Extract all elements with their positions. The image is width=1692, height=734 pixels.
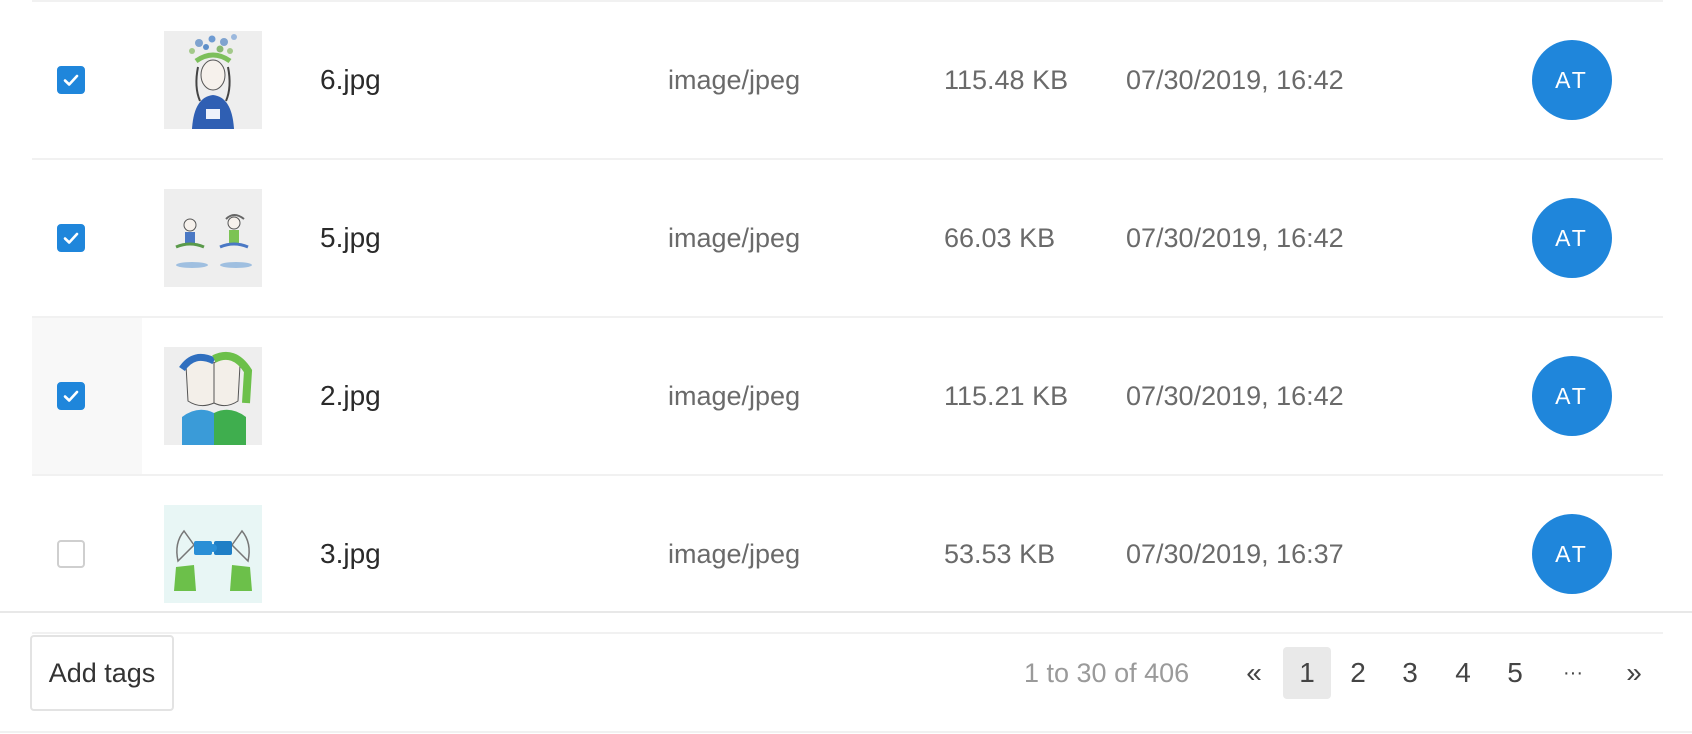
avatar[interactable]: AT — [1532, 514, 1612, 594]
row-select-cell — [32, 318, 142, 474]
file-name[interactable]: 2.jpg — [320, 318, 381, 474]
file-name[interactable]: 3.jpg — [320, 476, 381, 632]
row-select-cell — [32, 160, 142, 316]
check-icon — [63, 232, 79, 244]
row-checkbox[interactable] — [57, 224, 85, 252]
file-type: image/jpeg — [668, 380, 801, 411]
file-type: image/jpeg — [668, 538, 801, 569]
table-footer: Add tags 1 to 30 of 406 « 1 2 3 4 5 ··· … — [0, 611, 1692, 734]
file-thumbnail[interactable] — [164, 347, 262, 445]
pagination-range: 1 to 30 of 406 — [1024, 657, 1190, 688]
page-button-5[interactable]: 5 — [1493, 647, 1537, 699]
owner-cell: AT — [1532, 160, 1612, 316]
owner-cell: AT — [1532, 318, 1612, 474]
two-faces-illustration-icon — [164, 347, 262, 445]
file-date: 07/30/2019, 16:42 — [1126, 222, 1344, 253]
table-row[interactable]: 2.jpg image/jpeg 115.21 KB 07/30/2019, 1… — [32, 318, 1663, 476]
page-button-4[interactable]: 4 — [1441, 647, 1485, 699]
owner-cell: AT — [1532, 2, 1612, 158]
owner-cell: AT — [1532, 476, 1612, 632]
file-size: 53.53 KB — [944, 538, 1056, 569]
meditating-couple-illustration-icon — [164, 189, 262, 287]
avatar[interactable]: AT — [1532, 356, 1612, 436]
table-row[interactable]: 5.jpg image/jpeg 66.03 KB 07/30/2019, 16… — [32, 160, 1663, 318]
file-date: 07/30/2019, 16:42 — [1126, 64, 1344, 95]
check-icon — [63, 74, 79, 86]
files-table: 6.jpg image/jpeg 115.48 KB 07/30/2019, 1… — [32, 0, 1663, 634]
thumbnail-cell — [164, 2, 262, 158]
file-name[interactable]: 5.jpg — [320, 160, 381, 316]
file-date: 07/30/2019, 16:37 — [1126, 538, 1344, 569]
file-type: image/jpeg — [668, 64, 801, 95]
last-page-button[interactable]: » — [1614, 647, 1654, 699]
add-tags-button[interactable]: Add tags — [30, 635, 174, 711]
page-button-1[interactable]: 1 — [1283, 647, 1331, 699]
file-thumbnail[interactable] — [164, 189, 262, 287]
file-date: 07/30/2019, 16:42 — [1126, 380, 1344, 411]
file-name[interactable]: 6.jpg — [320, 2, 381, 158]
row-select-cell — [32, 476, 142, 632]
file-thumbnail[interactable] — [164, 505, 262, 603]
file-size: 115.48 KB — [944, 64, 1069, 95]
puzzle-hands-illustration-icon — [164, 505, 262, 603]
check-icon — [63, 390, 79, 402]
row-checkbox[interactable] — [57, 382, 85, 410]
row-checkbox[interactable] — [57, 66, 85, 94]
thumbnail-cell — [164, 476, 262, 632]
thumbnail-cell — [164, 318, 262, 474]
row-checkbox[interactable] — [57, 540, 85, 568]
avatar[interactable]: AT — [1532, 40, 1612, 120]
page-button-3[interactable]: 3 — [1388, 647, 1432, 699]
file-size: 66.03 KB — [944, 222, 1056, 253]
file-type: image/jpeg — [668, 222, 801, 253]
woman-flowers-illustration-icon — [164, 31, 262, 129]
avatar[interactable]: AT — [1532, 198, 1612, 278]
table-row[interactable]: 6.jpg image/jpeg 115.48 KB 07/30/2019, 1… — [32, 0, 1663, 160]
file-size: 115.21 KB — [944, 380, 1069, 411]
more-pages-ellipsis[interactable]: ··· — [1551, 647, 1595, 699]
bottom-divider — [0, 731, 1692, 733]
row-select-cell — [32, 2, 142, 158]
page-button-2[interactable]: 2 — [1336, 647, 1380, 699]
first-page-button[interactable]: « — [1234, 647, 1274, 699]
file-thumbnail[interactable] — [164, 31, 262, 129]
thumbnail-cell — [164, 160, 262, 316]
